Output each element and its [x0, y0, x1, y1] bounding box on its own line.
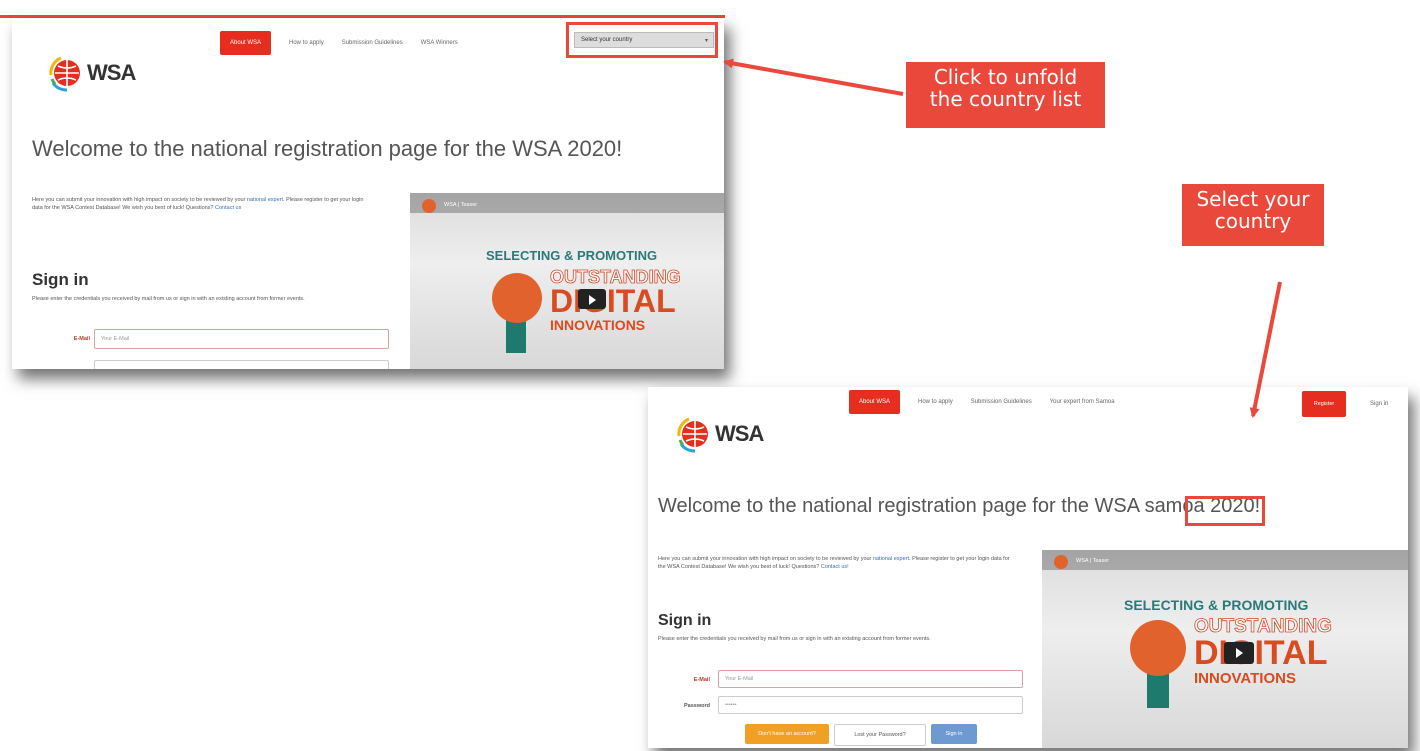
callout-select-country: Select your country — [1182, 184, 1324, 246]
arrow-to-country-name — [1249, 281, 1282, 418]
callout-unfold: Click to unfold the country list — [906, 62, 1105, 128]
arrow-to-country-select — [723, 58, 904, 96]
annotation-arrows — [723, 58, 1282, 418]
